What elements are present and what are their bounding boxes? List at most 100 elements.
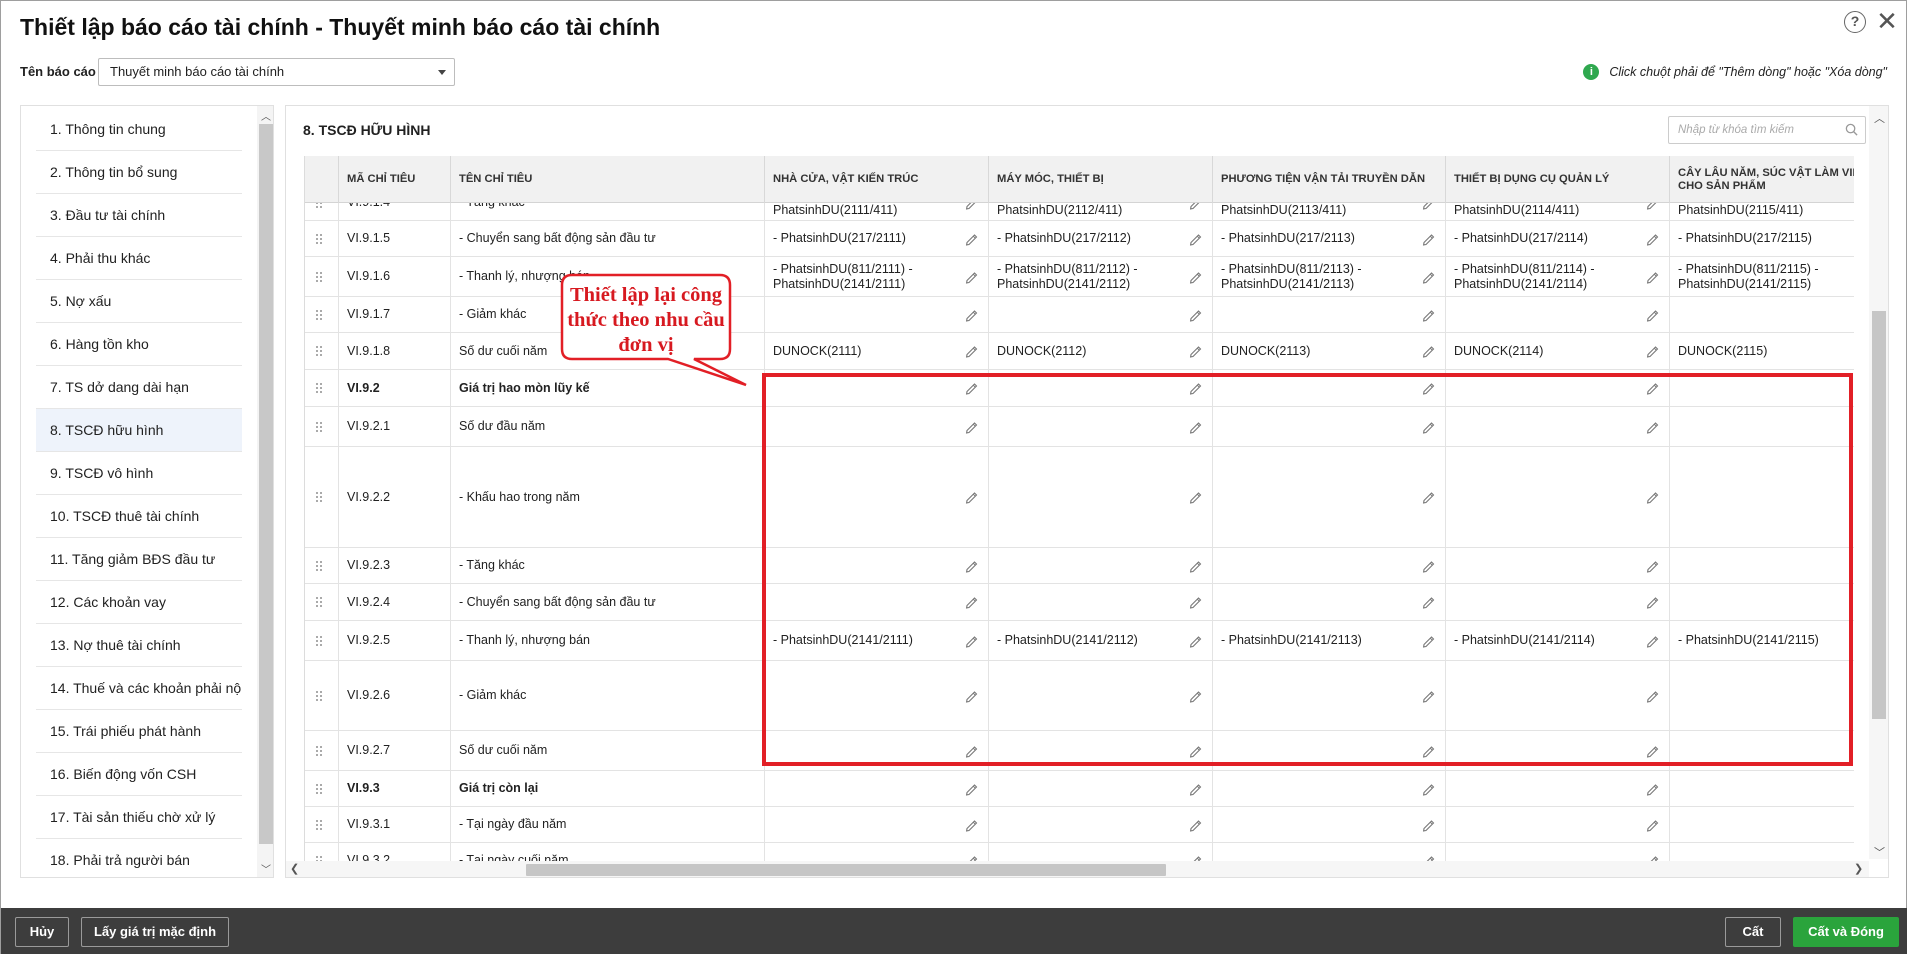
table-row[interactable]: VI.9.1.7- Giảm khác: [305, 297, 1854, 333]
edit-pencil-icon[interactable]: [965, 232, 979, 246]
help-icon[interactable]: ?: [1844, 11, 1866, 33]
drag-handle-icon[interactable]: [316, 233, 325, 244]
edit-pencil-icon[interactable]: [965, 344, 979, 358]
close-icon[interactable]: ✕: [1876, 8, 1898, 34]
edit-pencil-icon[interactable]: [1189, 344, 1203, 358]
edit-pencil-icon[interactable]: [965, 782, 979, 796]
edit-pencil-icon[interactable]: [1646, 308, 1660, 322]
edit-pencil-icon[interactable]: [1189, 308, 1203, 322]
scroll-right-icon[interactable]: ❯: [1854, 862, 1863, 875]
sidebar-item[interactable]: 14. Thuế và các khoản phải nộp: [36, 667, 242, 710]
formula-cell[interactable]: [1446, 843, 1670, 862]
edit-pencil-icon[interactable]: [1422, 782, 1436, 796]
drag-handle-icon[interactable]: [316, 309, 325, 320]
formula-cell[interactable]: - PhatsinhDU(811/2114) - PhatsinhDU(2141…: [1446, 257, 1670, 296]
formula-cell[interactable]: [765, 807, 989, 842]
drag-handle-icon[interactable]: [316, 690, 325, 701]
formula-cell[interactable]: DUNOCK(2112): [989, 333, 1213, 369]
sidebar-item[interactable]: 18. Phải trả người bán: [36, 839, 242, 877]
edit-pencil-icon[interactable]: [1189, 232, 1203, 246]
formula-cell[interactable]: DUNOCK(2111): [765, 333, 989, 369]
formula-cell[interactable]: [1670, 843, 1854, 862]
sidebar-item[interactable]: 8. TSCĐ hữu hình: [36, 409, 242, 452]
search-input[interactable]: Nhập từ khóa tìm kiếm: [1668, 116, 1866, 144]
sidebar-scroll-up-icon[interactable]: ︿: [261, 108, 271, 123]
formula-cell[interactable]: - PhatsinhDU(217/2113): [1213, 221, 1446, 256]
column-header[interactable]: Thiết bị dụng cụ quản lý: [1446, 156, 1670, 203]
default-values-button[interactable]: Lấy giá trị mặc định: [81, 917, 229, 947]
drag-handle-icon[interactable]: [316, 271, 325, 282]
sidebar-scroll-down-icon[interactable]: ﹀: [261, 861, 271, 876]
formula-cell[interactable]: [989, 771, 1213, 806]
drag-handle-icon[interactable]: [316, 597, 325, 607]
report-name-select[interactable]: Thuyết minh báo cáo tài chính: [98, 58, 455, 86]
sidebar-item[interactable]: 3. Đầu tư tài chính: [36, 194, 242, 237]
edit-pencil-icon[interactable]: [1422, 270, 1436, 284]
edit-pencil-icon[interactable]: [1646, 782, 1660, 796]
formula-cell[interactable]: - PhatsinhDU(811/2115) - PhatsinhDU(2141…: [1670, 257, 1854, 296]
drag-handle-icon[interactable]: [316, 492, 325, 502]
drag-handle-icon[interactable]: [316, 783, 325, 794]
formula-cell[interactable]: [1446, 807, 1670, 842]
formula-cell[interactable]: [1213, 807, 1446, 842]
edit-pencil-icon[interactable]: [1422, 308, 1436, 322]
sidebar-item[interactable]: 1. Thông tin chung: [36, 108, 242, 151]
vertical-scroll-thumb[interactable]: [1872, 311, 1886, 719]
table-row[interactable]: VI.9.3.2- Tại ngày cuối năm: [305, 843, 1854, 862]
table-row[interactable]: VI.9.3.1- Tại ngày đầu năm: [305, 807, 1854, 843]
edit-pencil-icon[interactable]: [1646, 344, 1660, 358]
sidebar-item[interactable]: 15. Trái phiếu phát hành: [36, 710, 242, 753]
formula-cell[interactable]: [1446, 297, 1670, 332]
drag-handle-icon[interactable]: [316, 745, 325, 756]
save-button[interactable]: Cất: [1725, 917, 1781, 947]
sidebar-item[interactable]: 17. Tài sản thiếu chờ xử lý: [36, 796, 242, 839]
formula-cell[interactable]: [765, 771, 989, 806]
edit-pencil-icon[interactable]: [965, 818, 979, 832]
formula-cell[interactable]: [1213, 297, 1446, 332]
edit-pencil-icon[interactable]: [1422, 232, 1436, 246]
scroll-up-icon[interactable]: ︿: [1874, 110, 1885, 126]
sidebar-item[interactable]: 9. TSCĐ vô hình: [36, 452, 242, 495]
column-header[interactable]: Cây lâu năm, súc vật làm việc cho sản ph…: [1670, 156, 1854, 203]
drag-handle-icon[interactable]: [316, 421, 325, 432]
table-row[interactable]: VI.9.3 Giá trị còn lại: [305, 771, 1854, 807]
sidebar-item[interactable]: 6. Hàng tồn kho: [36, 323, 242, 366]
scroll-left-icon[interactable]: ❮: [290, 862, 299, 875]
horizontal-scroll-thumb[interactable]: [526, 864, 1166, 876]
formula-cell[interactable]: DUNOCK(2113): [1213, 333, 1446, 369]
column-header[interactable]: Máy móc, thiết bị: [989, 156, 1213, 203]
formula-cell[interactable]: [1213, 843, 1446, 862]
scroll-down-icon[interactable]: ﹀: [1874, 844, 1885, 860]
formula-cell[interactable]: [1213, 771, 1446, 806]
sidebar-item[interactable]: 16. Biến động vốn CSH: [36, 753, 242, 796]
formula-cell[interactable]: - PhatsinhDU(811/2112) - PhatsinhDU(2141…: [989, 257, 1213, 296]
edit-pencil-icon[interactable]: [1646, 232, 1660, 246]
formula-cell[interactable]: [1670, 807, 1854, 842]
sidebar-item[interactable]: 4. Phải thu khác: [36, 237, 242, 280]
sidebar-item[interactable]: 11. Tăng giảm BĐS đầu tư: [36, 538, 242, 581]
edit-pencil-icon[interactable]: [1189, 270, 1203, 284]
column-header[interactable]: Nhà cửa, vật kiến trúc: [765, 156, 989, 203]
formula-cell[interactable]: [989, 843, 1213, 862]
sidebar-item[interactable]: 7. TS dở dang dài hạn: [36, 366, 242, 409]
sidebar-item[interactable]: 12. Các khoản vay: [36, 581, 242, 624]
edit-pencil-icon[interactable]: [965, 308, 979, 322]
table-row[interactable]: VI.9.1.6- Thanh lý, nhượng bán - Phatsin…: [305, 257, 1854, 297]
formula-cell[interactable]: - PhatsinhDU(811/2113) - PhatsinhDU(2141…: [1213, 257, 1446, 296]
drag-handle-icon[interactable]: [316, 383, 325, 393]
formula-cell[interactable]: [765, 843, 989, 862]
formula-cell[interactable]: [1670, 297, 1854, 332]
formula-cell[interactable]: - PhatsinhDU(217/2114): [1446, 221, 1670, 256]
edit-pencil-icon[interactable]: [965, 270, 979, 284]
edit-pencil-icon[interactable]: [1189, 818, 1203, 832]
sidebar-item[interactable]: 5. Nợ xấu: [36, 280, 242, 323]
sidebar-item[interactable]: 10. TSCĐ thuê tài chính: [36, 495, 242, 538]
edit-pencil-icon[interactable]: [1422, 818, 1436, 832]
formula-cell[interactable]: [989, 807, 1213, 842]
sidebar-item[interactable]: 13. Nợ thuê tài chính: [36, 624, 242, 667]
sidebar-scroll-thumb[interactable]: [259, 124, 273, 844]
column-header[interactable]: Tên chỉ tiêu: [451, 156, 765, 203]
formula-cell[interactable]: [765, 297, 989, 332]
cancel-button[interactable]: Hủy: [15, 917, 69, 947]
formula-cell[interactable]: DUNOCK(2114): [1446, 333, 1670, 369]
